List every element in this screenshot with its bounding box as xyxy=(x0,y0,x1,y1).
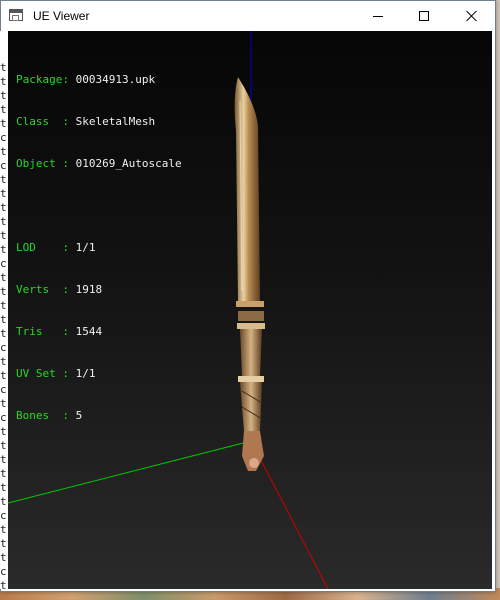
info-row-verts: Verts : 1918 xyxy=(16,283,103,296)
background-text-char: t xyxy=(0,145,7,158)
background-text-char: c xyxy=(0,411,7,424)
background-text-char: t xyxy=(0,61,7,74)
background-text-char: t xyxy=(0,495,7,508)
background-text-char: t xyxy=(0,355,7,368)
background-text-char: c xyxy=(0,159,7,172)
background-text-char: t xyxy=(0,173,7,186)
background-text-char: t xyxy=(0,187,7,200)
background-text-column: tttttctcttttttctttttcttctcttttttctttctt xyxy=(0,31,8,589)
background-text-char: t xyxy=(0,425,7,438)
x-axis-line xyxy=(250,440,329,589)
background-text-char: t xyxy=(0,103,7,116)
mesh-info-panel: Package: 00034913.upk Class : SkeletalMe… xyxy=(16,45,182,451)
window-title: UE Viewer xyxy=(33,9,90,23)
sword-mesh xyxy=(234,77,265,471)
background-text-char: t xyxy=(0,453,7,466)
background-text-char: t xyxy=(0,285,7,298)
info-row-bones: Bones : 5 xyxy=(16,409,83,422)
background-text-char: t xyxy=(0,243,7,256)
background-text-char: t xyxy=(0,551,7,564)
background-text-char: t xyxy=(0,201,7,214)
3d-viewport[interactable]: Package: 00034913.upk Class : SkeletalMe… xyxy=(8,31,492,589)
minimize-icon xyxy=(373,15,383,17)
info-row-lod: LOD : 1/1 xyxy=(16,241,96,254)
background-text-char: t xyxy=(0,537,7,550)
background-text-char: t xyxy=(0,271,7,284)
maximize-button[interactable] xyxy=(401,1,447,31)
background-text-char: t xyxy=(0,397,7,410)
background-text-char: c xyxy=(0,131,7,144)
info-row-object: Object : 010269_Autoscale xyxy=(16,157,182,170)
background-text-char: t xyxy=(0,299,7,312)
background-text-char: t xyxy=(0,215,7,228)
minimize-button[interactable] xyxy=(355,1,401,31)
background-text-char: t xyxy=(0,579,7,589)
info-row-tris: Tris : 1544 xyxy=(16,325,103,338)
info-row-package: Package: 00034913.upk xyxy=(16,73,156,86)
background-text-char: c xyxy=(0,341,7,354)
background-text-char: t xyxy=(0,75,7,88)
app-icon xyxy=(9,9,23,21)
title-bar[interactable]: UE Viewer xyxy=(1,1,495,31)
info-row-class: Class : SkeletalMesh xyxy=(16,115,156,128)
background-text-char: c xyxy=(0,565,7,578)
background-text-char: c xyxy=(0,509,7,522)
background-text-char: t xyxy=(0,117,7,130)
background-text-char: t xyxy=(0,523,7,536)
background-text-char: t xyxy=(0,369,7,382)
maximize-icon xyxy=(419,11,429,21)
background-text-char: t xyxy=(0,439,7,452)
background-text-char: t xyxy=(0,481,7,494)
background-text-char: t xyxy=(0,89,7,102)
close-button[interactable] xyxy=(449,1,495,31)
background-text-char: t xyxy=(0,229,7,242)
background-text-char: t xyxy=(0,467,7,480)
background-text-char: t xyxy=(0,327,7,340)
close-icon xyxy=(466,10,478,22)
background-text-char: c xyxy=(0,383,7,396)
background-text-char: c xyxy=(0,257,7,270)
background-text-char: t xyxy=(0,313,7,326)
info-row-uvset: UV Set : 1/1 xyxy=(16,367,96,380)
